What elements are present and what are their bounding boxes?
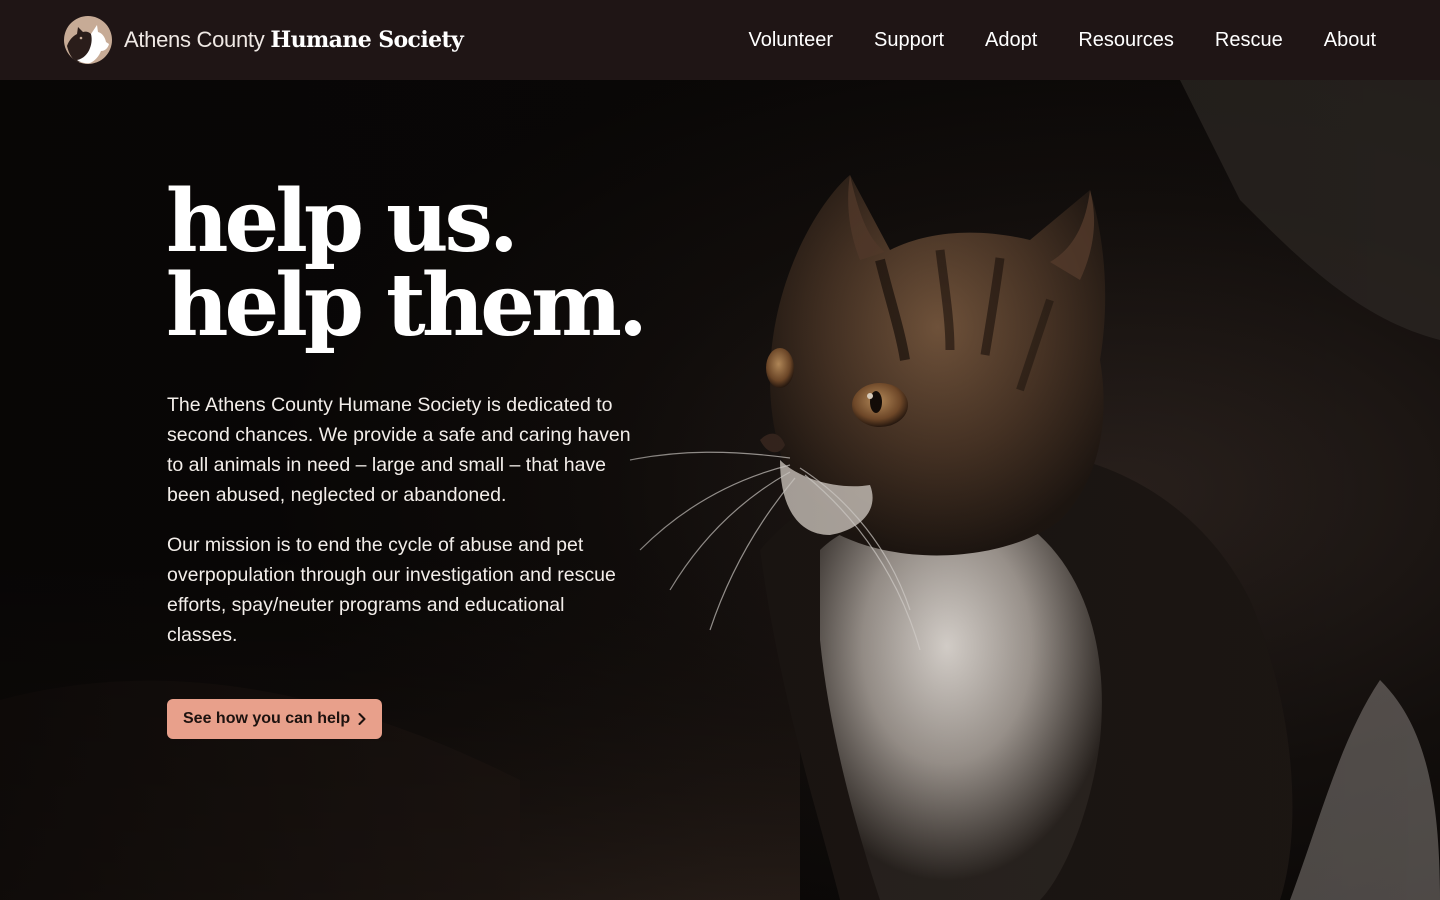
- nav-support[interactable]: Support: [874, 29, 944, 52]
- chevron-right-icon: [358, 713, 366, 725]
- headline-line-2: help them.: [166, 255, 648, 356]
- headline-line-1: help us.: [166, 171, 519, 272]
- cat-and-dog-silhouette-icon: [64, 16, 112, 64]
- nav-about[interactable]: About: [1324, 29, 1376, 52]
- site-header: Athens County Humane Society Volunteer S…: [0, 0, 1440, 80]
- logo-link[interactable]: Athens County Humane Society: [64, 16, 464, 64]
- hero-section: help us. help them. The Athens County Hu…: [0, 80, 1440, 900]
- logo-text-light: Athens County: [124, 27, 265, 52]
- nav-resources[interactable]: Resources: [1078, 29, 1174, 52]
- nav-rescue[interactable]: Rescue: [1215, 29, 1283, 52]
- logo-wordmark: Athens County Humane Society: [124, 27, 464, 53]
- hero-copy: The Athens County Humane Society is dedi…: [167, 390, 637, 670]
- see-how-you-can-help-button[interactable]: See how you can help: [167, 699, 383, 739]
- cta-label: See how you can help: [183, 710, 351, 727]
- main-nav: Volunteer Support Adopt Resources Rescue…: [748, 0, 1376, 80]
- nav-volunteer[interactable]: Volunteer: [748, 29, 833, 52]
- hero-headline: help us. help them.: [166, 171, 726, 356]
- mission-intro-paragraph: The Athens County Humane Society is dedi…: [167, 394, 631, 506]
- nav-adopt[interactable]: Adopt: [985, 29, 1037, 52]
- logo-text-bold: Humane Society: [270, 27, 464, 53]
- mission-statement-paragraph: Our mission is to end the cycle of abuse…: [167, 534, 616, 646]
